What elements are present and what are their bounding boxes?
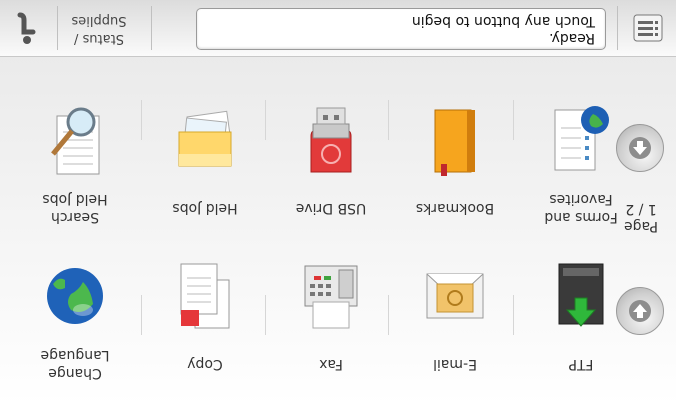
info-button[interactable] — [0, 0, 56, 56]
tile-label-line: Bookmarks — [415, 200, 495, 216]
status-line-2: Supplies — [71, 13, 127, 28]
tile-label-line: Favorites — [549, 191, 613, 207]
message-line-1: Ready. — [549, 30, 595, 46]
forms-and-favorites-button[interactable]: Forms and Favorites — [526, 91, 636, 231]
fax-machine-icon — [304, 265, 358, 329]
top-bar: Status / Supplies Ready. Touch any butto… — [0, 0, 676, 57]
tile-label-line: USB Drive — [295, 200, 367, 216]
tile-label-line: Change — [48, 365, 102, 381]
change-language-button[interactable]: Change Language — [20, 247, 130, 387]
list-menu-icon — [633, 14, 663, 42]
tile-label-line: Forms and — [544, 209, 618, 225]
status-supplies-button[interactable]: Status / Supplies — [56, 0, 142, 56]
document-globe-icon — [554, 106, 609, 171]
tile-label-line: Language — [40, 347, 110, 363]
touch-screen-rotated: Status / Supplies Ready. Touch any butto… — [0, 0, 676, 405]
message-line-2: Touch any button to begin — [411, 13, 595, 29]
tile-label-line: Fax — [319, 356, 343, 372]
ftp-server-icon — [558, 263, 604, 327]
bookmarks-button[interactable]: Bookmarks — [400, 91, 510, 231]
tile-label-line: Held Jobs — [172, 200, 238, 216]
usb-drive-icon — [310, 107, 352, 173]
tile-label-line: Copy — [187, 356, 223, 372]
magnifier-on-document-icon — [51, 107, 100, 175]
held-jobs-button[interactable]: Held Jobs — [150, 91, 260, 231]
folder-stack-icon — [178, 110, 232, 167]
globe-icon — [47, 268, 103, 324]
email-button[interactable]: E-mail — [400, 247, 510, 387]
usb-drive-button[interactable]: USB Drive — [276, 91, 386, 231]
copy-documents-icon — [180, 263, 230, 329]
bookmark-folder-icon — [434, 109, 475, 176]
message-box: Ready. Touch any button to begin — [196, 8, 606, 50]
tile-label-line: E-mail — [433, 356, 477, 372]
tile-label-line: Search — [50, 209, 100, 225]
envelope-icon — [426, 273, 484, 319]
fax-button[interactable]: Fax — [276, 247, 386, 387]
info-icon — [17, 12, 36, 44]
search-held-jobs-button[interactable]: Search Held Jobs — [20, 91, 130, 231]
tile-label-line: FTP — [568, 356, 594, 372]
status-line-1: Status / — [74, 31, 124, 46]
tile-label-line: Held Jobs — [42, 191, 108, 207]
ftp-button[interactable]: FTP — [526, 247, 636, 387]
menu-button[interactable] — [620, 0, 676, 56]
copy-button[interactable]: Copy — [150, 247, 260, 387]
